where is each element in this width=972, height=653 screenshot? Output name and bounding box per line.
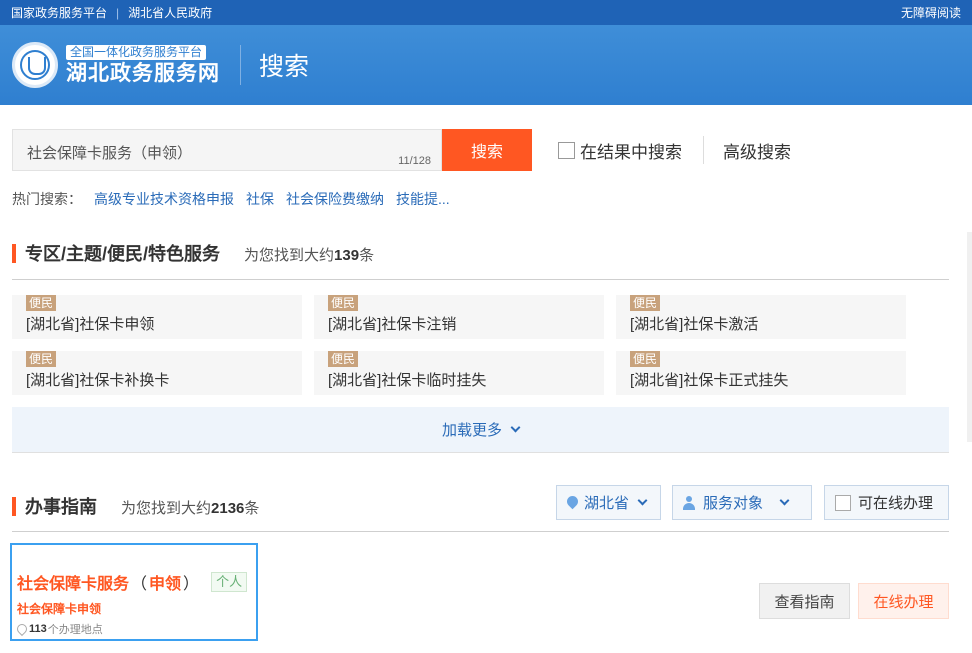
link-national-platform[interactable]: 国家政务服务平台 bbox=[11, 4, 107, 21]
search-button[interactable]: 搜索 bbox=[442, 129, 532, 171]
card-tag: 便民 bbox=[26, 295, 57, 311]
logo-emblem-icon[interactable] bbox=[12, 42, 58, 88]
card-title: [湖北省]社保卡注销 bbox=[328, 316, 457, 333]
link-hubei-government[interactable]: 湖北省人民政府 bbox=[128, 4, 212, 21]
location-count: 113 bbox=[29, 623, 47, 635]
search-input[interactable]: 社会保障卡服务（申领） 11/128 bbox=[12, 129, 442, 171]
checkbox-icon[interactable] bbox=[558, 141, 575, 159]
result-locations[interactable]: 113 个办理地点 bbox=[17, 621, 103, 637]
divider bbox=[240, 45, 241, 85]
divider bbox=[12, 279, 949, 280]
result-title-paren: ） bbox=[183, 576, 200, 593]
section-title: 专区/主题/便民/特色服务 bbox=[25, 244, 221, 264]
card-tag: 便民 bbox=[328, 295, 359, 311]
service-card[interactable]: 便民 [湖北省]社保卡注销 bbox=[314, 295, 604, 339]
card-title: [湖北省]社保卡申领 bbox=[26, 316, 155, 333]
chevron-down-icon bbox=[510, 422, 521, 433]
checkbox-icon[interactable] bbox=[835, 494, 851, 511]
service-target-dropdown[interactable]: 服务对象 bbox=[672, 485, 812, 520]
search-within-results-checkbox[interactable]: 在结果中搜索 bbox=[558, 138, 682, 163]
online-only-checkbox[interactable]: 可在线办理 bbox=[824, 485, 949, 520]
online-only-label: 可在线办理 bbox=[858, 495, 934, 512]
card-tag: 便民 bbox=[328, 351, 359, 367]
page-title: 搜索 bbox=[259, 53, 310, 81]
section-accent-bar bbox=[12, 496, 16, 516]
hot-search-item[interactable]: 社会保险费缴纳 bbox=[286, 189, 384, 209]
search-char-count: 11/128 bbox=[398, 155, 431, 167]
card-tag: 便民 bbox=[26, 351, 57, 367]
service-card[interactable]: 便民 [湖北省]社保卡临时挂失 bbox=[314, 351, 604, 395]
logo[interactable]: 全国一体化政务服务平台 湖北政务服务网 bbox=[66, 43, 220, 87]
divider bbox=[12, 531, 949, 532]
result-subtitle[interactable]: 社会保障卡申领 bbox=[17, 600, 101, 617]
person-icon bbox=[683, 495, 695, 510]
chevron-down-icon bbox=[779, 495, 790, 506]
result-card[interactable]: 社会保障卡服务 （ 申领 ） 个人 社会保障卡申领 113 个办理地点 bbox=[10, 543, 258, 641]
hot-search-item[interactable]: 社保 bbox=[246, 189, 274, 209]
section-special-services-header: 专区/主题/便民/特色服务 为您找到大约139条 bbox=[12, 240, 374, 266]
hot-search-label: 热门搜索： bbox=[12, 191, 82, 207]
search-input-value: 社会保障卡服务（申领） bbox=[27, 145, 193, 162]
result-count: 为您找到大约139条 bbox=[244, 247, 375, 264]
service-card[interactable]: 便民 [湖北省]社保卡补换卡 bbox=[12, 351, 302, 395]
result-title-main: 社会保障卡服务 bbox=[17, 576, 130, 593]
divider bbox=[703, 136, 704, 164]
search-within-label: 在结果中搜索 bbox=[580, 142, 682, 162]
region-filter-dropdown[interactable]: 湖北省 bbox=[556, 485, 661, 520]
logo-subtitle: 全国一体化政务服务平台 bbox=[66, 45, 207, 60]
location-pin-icon bbox=[17, 624, 25, 634]
card-tag: 便民 bbox=[630, 351, 661, 367]
audience-tag: 个人 bbox=[211, 572, 248, 592]
card-tag: 便民 bbox=[630, 295, 661, 311]
result-title-sub: 申领 bbox=[149, 576, 182, 593]
scrollbar[interactable] bbox=[967, 232, 972, 442]
load-more-label: 加载更多 bbox=[441, 422, 502, 439]
card-title: [湖北省]社保卡补换卡 bbox=[26, 372, 170, 389]
search-row: 社会保障卡服务（申领） 11/128 搜索 在结果中搜索 高级搜索 bbox=[12, 129, 791, 171]
service-card[interactable]: 便民 [湖北省]社保卡申领 bbox=[12, 295, 302, 339]
card-title: [湖北省]社保卡激活 bbox=[630, 316, 759, 333]
logo-title: 湖北政务服务网 bbox=[66, 62, 220, 85]
hot-searches: 热门搜索： 高级专业技术资格申报 社保 社会保险费缴纳 技能提... bbox=[12, 189, 450, 209]
region-filter-value: 湖北省 bbox=[584, 495, 630, 512]
card-title: [湖北省]社保卡正式挂失 bbox=[630, 372, 789, 389]
apply-online-button[interactable]: 在线办理 bbox=[858, 583, 949, 619]
top-bar: 国家政务服务平台 | 湖北省人民政府 无障碍阅读 bbox=[0, 0, 972, 25]
service-target-label: 服务对象 bbox=[703, 495, 764, 512]
card-title: [湖北省]社保卡临时挂失 bbox=[328, 372, 487, 389]
load-more-button[interactable]: 加载更多 bbox=[12, 407, 949, 453]
location-pin-icon bbox=[567, 496, 578, 510]
site-header: 全国一体化政务服务平台 湖北政务服务网 搜索 bbox=[0, 25, 972, 105]
result-count: 为您找到大约2136条 bbox=[121, 500, 260, 517]
section-accent-bar bbox=[12, 243, 16, 263]
accessible-reading-link[interactable]: 无障碍阅读 bbox=[901, 4, 961, 21]
service-card[interactable]: 便民 [湖北省]社保卡激活 bbox=[616, 295, 906, 339]
result-title-paren: （ bbox=[131, 576, 148, 593]
section-title: 办事指南 bbox=[25, 497, 97, 517]
section-guide-header: 办事指南 为您找到大约2136条 bbox=[12, 493, 259, 519]
service-card[interactable]: 便民 [湖北省]社保卡正式挂失 bbox=[616, 351, 906, 395]
view-guide-button[interactable]: 查看指南 bbox=[759, 583, 850, 619]
chevron-down-icon bbox=[637, 495, 648, 506]
location-label: 个办理地点 bbox=[47, 624, 103, 636]
hot-search-item[interactable]: 高级专业技术资格申报 bbox=[94, 189, 234, 209]
divider: | bbox=[116, 5, 120, 20]
hot-search-item[interactable]: 技能提... bbox=[396, 189, 450, 209]
result-title[interactable]: 社会保障卡服务 （ 申领 ） 个人 bbox=[17, 570, 248, 594]
advanced-search-link[interactable]: 高级搜索 bbox=[723, 138, 791, 163]
